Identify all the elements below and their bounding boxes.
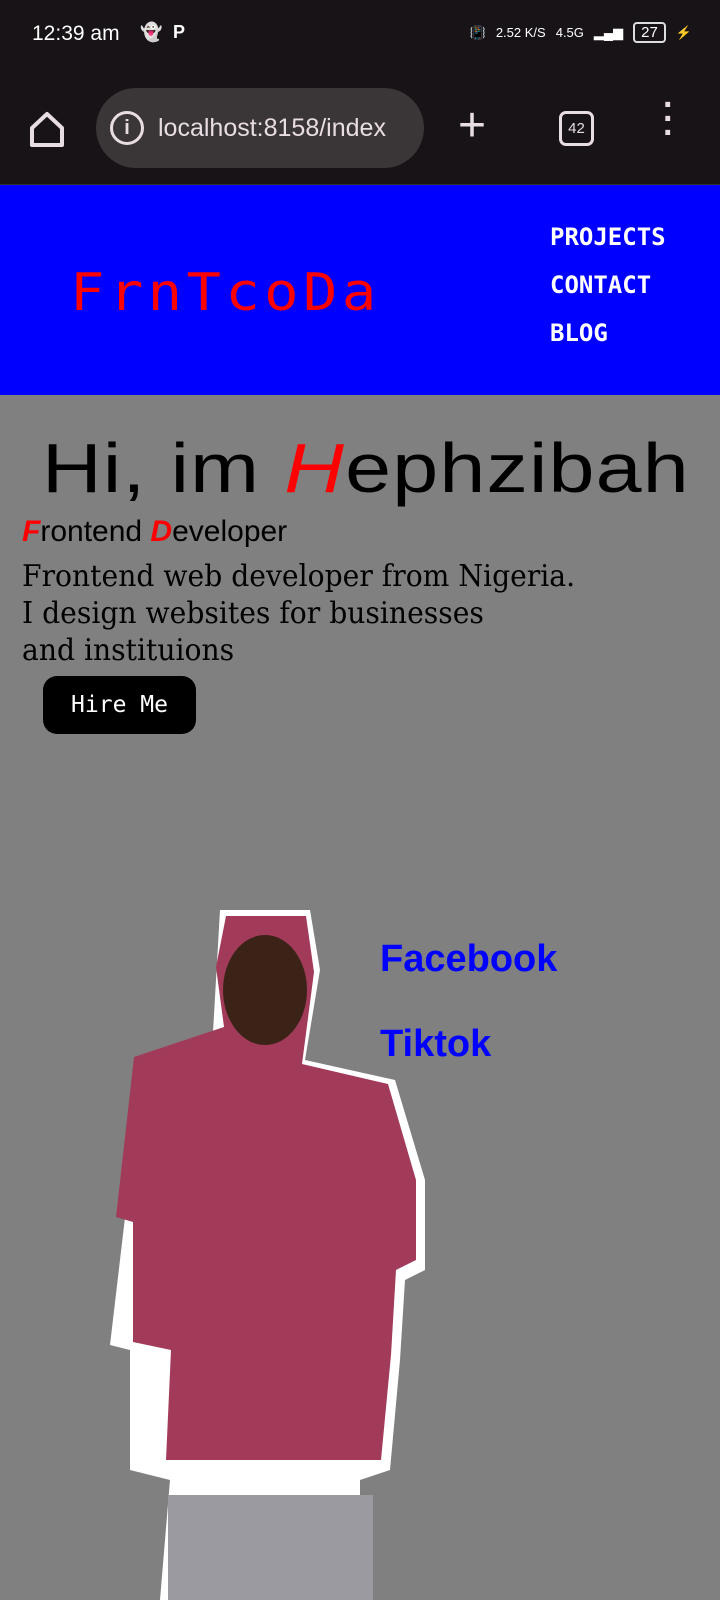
site-logo[interactable]: FrnTcoDa [70,263,381,323]
tab-switcher-button[interactable]: 42 [559,111,594,146]
site-header: FrnTcoDa PROJECTS CONTACT BLOG [0,185,720,395]
network-type: 4.5G [555,25,584,40]
vibrate-icon: 📳 [469,24,486,40]
info-icon[interactable]: i [110,111,144,145]
profile-photo [110,910,425,1600]
hire-me-button[interactable]: Hire Me [43,676,196,734]
clock: 12:39 am [32,22,120,45]
signal-icon: ▂▄▆ [593,24,624,40]
net-speed: 2.52 K/S [495,25,546,40]
snapchat-icon: 👻 [140,22,163,42]
nav-projects[interactable]: PROJECTS [550,223,666,251]
nav-blog[interactable]: BLOG [550,319,666,347]
hero-title: Hi, im Hephzibah [42,429,690,507]
hero-description: Frontend web developer from Nigeria. I de… [22,559,576,668]
new-tab-icon[interactable]: + [458,98,486,153]
nav-contact[interactable]: CONTACT [550,271,666,299]
url-text[interactable]: localhost:8158/index [158,114,386,143]
hero-role: Frontend Developer [22,515,288,548]
p-app-icon: P [173,22,186,42]
status-bar: 12:39 am 👻 P 📳 2.52 K/S 4.5G ▂▄▆ 27 ⚡ [0,0,720,72]
home-icon[interactable] [28,110,66,148]
menu-icon[interactable]: · · · [663,88,674,150]
battery-indicator: 27 [633,22,666,43]
browser-toolbar: i localhost:8158/index + 42 · · · [0,72,720,185]
charging-icon: ⚡ [675,24,692,40]
address-bar[interactable]: i localhost:8158/index [96,88,424,168]
main-nav: PROJECTS CONTACT BLOG [550,223,666,347]
